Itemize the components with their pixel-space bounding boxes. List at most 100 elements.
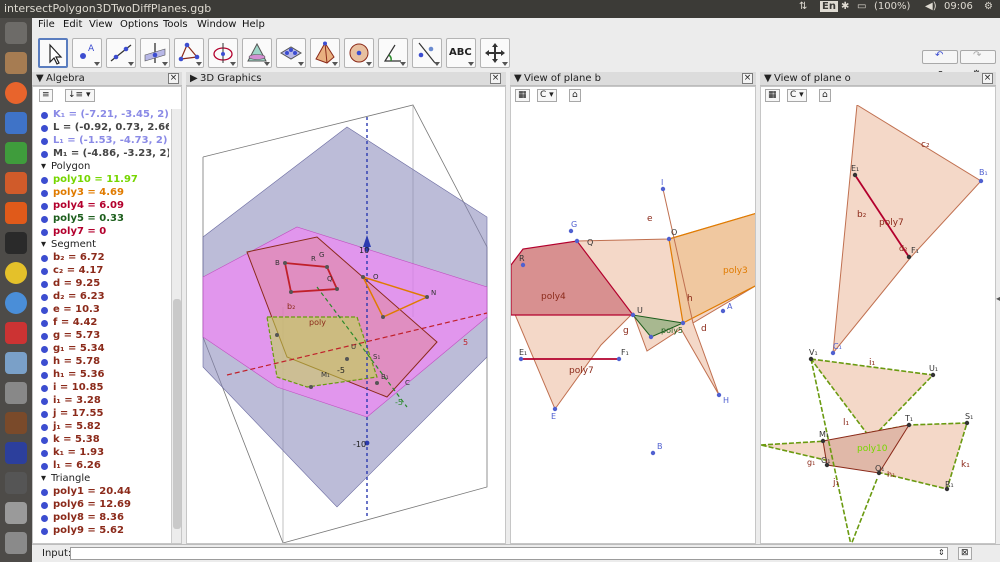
eclipse-icon[interactable]	[5, 412, 27, 434]
visibility-toggle-icon[interactable]	[41, 229, 48, 236]
sort-button[interactable]: ↓≡ ▾	[65, 89, 95, 102]
visibility-toggle-icon[interactable]	[41, 359, 48, 366]
visibility-toggle-icon[interactable]	[41, 281, 48, 288]
bluetooth-icon[interactable]: ✱	[841, 1, 849, 12]
visibility-toggle-icon[interactable]	[41, 489, 48, 496]
visibility-toggle-icon[interactable]	[41, 411, 48, 418]
plane-b-canvas[interactable]: I G R Q O U E₁ F₁ A H E B poly4 poly7 po…	[511, 105, 756, 544]
category-toggle-icon[interactable]: ▾	[41, 161, 46, 172]
algebra-scrollbar[interactable]	[171, 109, 181, 543]
menu-edit[interactable]: Edit	[63, 19, 82, 30]
circle-axis-tool[interactable]	[208, 38, 238, 68]
impress-icon[interactable]	[5, 172, 27, 194]
visibility-toggle-icon[interactable]	[41, 515, 48, 522]
graphics3d-close-button[interactable]: ×	[490, 73, 501, 84]
clock[interactable]: 09:06	[944, 1, 973, 12]
menu-window[interactable]: Window	[197, 19, 236, 30]
visibility-toggle-icon[interactable]	[41, 190, 48, 197]
point-tool[interactable]: A	[72, 38, 102, 68]
visibility-toggle-icon[interactable]	[41, 528, 48, 535]
collapse-triangle-icon[interactable]: ▼	[764, 73, 772, 84]
tools-icon[interactable]	[5, 322, 27, 344]
standard-view-button[interactable]: ⌂	[569, 89, 581, 102]
side-expand-arrow-icon[interactable]: ◀	[996, 294, 1000, 303]
plane-b-view[interactable]: ▦ C ▾ ⌂ I G R Q O U E₁ F₁ A H E B poly4 …	[510, 86, 756, 544]
plane-o-canvas[interactable]: E₁ F₁ B₁ C₁ V₁ U₁ M₁ T₁ S₁ O₁ Q₁ R₁ c₂ b…	[761, 105, 996, 544]
workspace-icon[interactable]	[5, 472, 27, 494]
algebra-close-button[interactable]: ×	[168, 73, 179, 84]
window-icon[interactable]	[5, 352, 27, 374]
visibility-toggle-icon[interactable]	[41, 294, 48, 301]
writer-icon[interactable]	[5, 112, 27, 134]
visibility-toggle-icon[interactable]	[41, 177, 48, 184]
menu-file[interactable]: File	[38, 19, 55, 30]
menu-help[interactable]: Help	[242, 19, 265, 30]
settings-icon[interactable]	[5, 382, 27, 404]
visibility-toggle-icon[interactable]	[41, 346, 48, 353]
visibility-toggle-icon[interactable]	[41, 307, 48, 314]
expand-triangle-icon[interactable]: ▶	[190, 73, 198, 84]
visibility-toggle-icon[interactable]	[41, 372, 48, 379]
line-tool[interactable]	[106, 38, 136, 68]
grid-toggle-button[interactable]: ▦	[515, 89, 530, 102]
input-field[interactable]	[70, 547, 948, 560]
scrollbar-thumb[interactable]	[173, 299, 181, 529]
point-capture-button[interactable]: C ▾	[787, 89, 807, 102]
battery-icon[interactable]: ▭	[857, 1, 866, 12]
network-icon[interactable]: ⇅	[799, 1, 807, 12]
angle-tool[interactable]	[378, 38, 408, 68]
drive-icon[interactable]	[5, 532, 27, 554]
menu-view[interactable]: View	[89, 19, 113, 30]
input-help-button[interactable]: ⊠	[958, 547, 972, 560]
chromium-icon[interactable]	[5, 292, 27, 314]
chrome-icon[interactable]	[5, 262, 27, 284]
keyboard-layout-indicator[interactable]: En	[820, 1, 838, 12]
polygon-tool[interactable]	[174, 38, 204, 68]
software-center-icon[interactable]	[5, 202, 27, 224]
trash-icon[interactable]	[5, 502, 27, 524]
standard-view-button[interactable]: ⌂	[819, 89, 831, 102]
plane-b-close-button[interactable]: ×	[742, 73, 753, 84]
redo-button[interactable]: ↷	[960, 50, 996, 64]
graphics3d-canvas[interactable]: 10 -10 5 -5 -5 B R Q G O N b₂ poly U M₁ …	[187, 87, 506, 544]
calc-icon[interactable]	[5, 142, 27, 164]
visibility-toggle-icon[interactable]	[41, 268, 48, 275]
perpendicular-tool[interactable]	[140, 38, 170, 68]
category-toggle-icon[interactable]: ▾	[41, 473, 46, 484]
visibility-toggle-icon[interactable]	[41, 333, 48, 340]
visibility-toggle-icon[interactable]	[41, 151, 48, 158]
visibility-toggle-icon[interactable]	[41, 125, 48, 132]
amazon-icon[interactable]	[5, 232, 27, 254]
visibility-toggle-icon[interactable]	[41, 502, 48, 509]
plane-o-view[interactable]: ▦ C ▾ ⌂ E₁ F₁ B₁ C₁ V₁ U₁ M₁ T₁ S₁ O₁ Q₁…	[760, 86, 996, 544]
undo-button[interactable]: ↶	[922, 50, 958, 64]
category-toggle-icon[interactable]: ▾	[41, 239, 46, 250]
files-icon[interactable]	[5, 52, 27, 74]
text-tool[interactable]: ABC	[446, 38, 476, 68]
grid-toggle-button[interactable]: ▦	[765, 89, 780, 102]
algebra-style-button[interactable]: ≡	[39, 89, 53, 102]
visibility-toggle-icon[interactable]	[41, 385, 48, 392]
collapse-triangle-icon[interactable]: ▼	[514, 73, 522, 84]
sphere-tool[interactable]	[344, 38, 374, 68]
volume-icon[interactable]: ◀)	[925, 1, 937, 12]
visibility-toggle-icon[interactable]	[41, 320, 48, 327]
graphics3d-view[interactable]: 10 -10 5 -5 -5 B R Q G O N b₂ poly U M₁ …	[186, 86, 506, 544]
menu-tools[interactable]: Tools	[163, 19, 188, 30]
intersect-surfaces-tool[interactable]	[242, 38, 272, 68]
visibility-toggle-icon[interactable]	[41, 255, 48, 262]
reflect-tool[interactable]	[412, 38, 442, 68]
power-gear-icon[interactable]: ⚙	[984, 1, 993, 12]
visibility-toggle-icon[interactable]	[41, 398, 48, 405]
pyramid-tool[interactable]	[310, 38, 340, 68]
visibility-toggle-icon[interactable]	[41, 463, 48, 470]
dash-home-icon[interactable]	[5, 22, 27, 44]
visibility-toggle-icon[interactable]	[41, 437, 48, 444]
visibility-toggle-icon[interactable]	[41, 216, 48, 223]
visibility-toggle-icon[interactable]	[41, 203, 48, 210]
firefox-icon[interactable]	[5, 82, 27, 104]
plane-o-close-button[interactable]: ×	[982, 73, 993, 84]
collapse-triangle-icon[interactable]: ▼	[36, 73, 44, 84]
visibility-toggle-icon[interactable]	[41, 138, 48, 145]
visibility-toggle-icon[interactable]	[41, 424, 48, 431]
